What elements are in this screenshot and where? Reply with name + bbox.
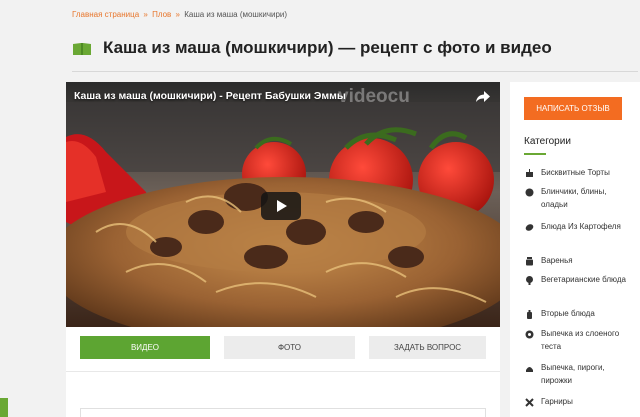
- cake-icon: [526, 169, 533, 177]
- content-divider: [66, 371, 500, 372]
- category-item[interactable]: Варенья: [525, 255, 635, 268]
- category-label: Блюда Из Картофеля: [541, 222, 621, 231]
- category-label: Вегетарианские блюда: [541, 275, 626, 284]
- category-item[interactable]: Вегетарианские блюда: [525, 274, 635, 287]
- category-item[interactable]: Блинчики, блины, оладьи: [525, 186, 635, 211]
- left-accent-bar: [0, 398, 8, 417]
- category-item[interactable]: Вторые блюда: [525, 308, 635, 321]
- bottle-icon: [527, 310, 532, 319]
- category-label: Выпечка из слоеного теста: [541, 329, 620, 351]
- tab-video[interactable]: ВИДЕО: [80, 336, 210, 359]
- category-label: Гарниры: [541, 397, 573, 406]
- broccoli-icon: [526, 276, 533, 285]
- breadcrumb-separator: »: [175, 10, 180, 19]
- recipe-tabs: ВИДЕО ФОТО ЗАДАТЬ ВОПРОС: [66, 327, 500, 371]
- write-review-button[interactable]: НАПИСАТЬ ОТЗЫВ: [524, 97, 622, 120]
- title-row: Каша из маша (мошкичири) — рецепт с фото…: [72, 36, 638, 66]
- category-label: Бисквитные Торты: [541, 168, 610, 177]
- potato-icon: [525, 224, 534, 231]
- breadcrumb: Главная страница » Плов » Каша из маша (…: [72, 10, 287, 19]
- jam-jar-icon: [526, 257, 533, 266]
- page: Главная страница » Плов » Каша из маша (…: [0, 0, 640, 417]
- tab-photo[interactable]: ФОТО: [224, 336, 355, 359]
- pie-icon: [526, 367, 533, 372]
- category-label: Выпечка, пироги, пирожки: [541, 363, 605, 385]
- category-item[interactable]: Выпечка из слоеного теста: [525, 328, 635, 353]
- category-label: Вторые блюда: [541, 309, 595, 318]
- tab-ask-question[interactable]: ЗАДАТЬ ВОПРОС: [369, 336, 486, 359]
- play-button[interactable]: [261, 192, 301, 220]
- category-label: Блинчики, блины, оладьи: [541, 187, 607, 209]
- video-title[interactable]: Каша из маша (мошкичири) - Рецепт Бабушк…: [74, 90, 346, 102]
- title-divider: [72, 71, 638, 72]
- categories-heading-underline: [524, 153, 546, 155]
- content-box: [80, 408, 486, 417]
- pancake-icon: [525, 188, 534, 197]
- share-icon[interactable]: [476, 91, 490, 103]
- breadcrumb-separator: »: [143, 10, 148, 19]
- breadcrumb-current: Каша из маша (мошкичири): [184, 10, 288, 19]
- category-item[interactable]: Бисквитные Торты: [525, 167, 635, 180]
- category-item[interactable]: Выпечка, пироги, пирожки: [525, 362, 635, 387]
- video-player[interactable]: videocu Каша из маша (мошкичири) - Рецеп…: [66, 82, 500, 327]
- video-watermark: videocu: [338, 86, 410, 107]
- breadcrumb-section-link[interactable]: Плов: [152, 10, 171, 19]
- garnish-icon: [525, 398, 534, 407]
- pastry-icon: [525, 330, 534, 339]
- category-label: Варенья: [541, 256, 573, 265]
- open-book-icon: [73, 43, 91, 55]
- categories-heading: Категории: [524, 136, 571, 147]
- breadcrumb-home-link[interactable]: Главная страница: [72, 10, 139, 19]
- category-item[interactable]: Гарниры: [525, 396, 635, 409]
- page-title: Каша из маша (мошкичири) — рецепт с фото…: [103, 38, 552, 57]
- category-item[interactable]: Блюда Из Картофеля: [525, 221, 635, 234]
